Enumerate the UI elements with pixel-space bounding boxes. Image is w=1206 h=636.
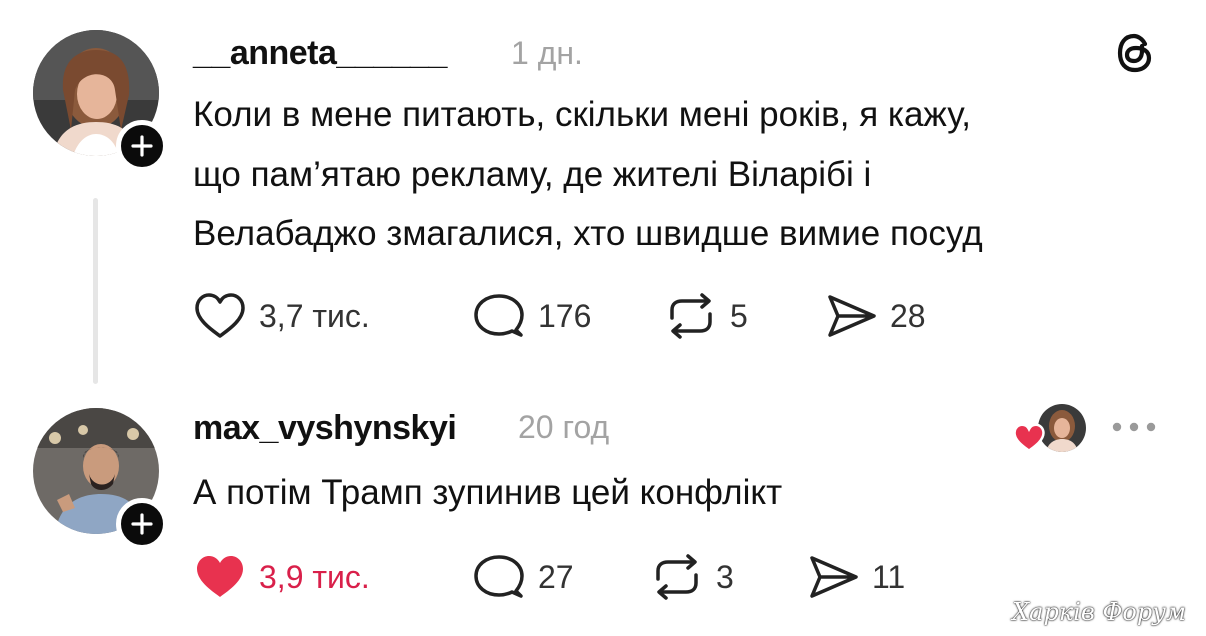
comment-count: 27	[538, 558, 574, 595]
heart-icon	[1013, 423, 1045, 453]
comment-button[interactable]: 27	[472, 553, 574, 601]
liked-by-author-indicator	[1012, 402, 1088, 458]
comment-bubble-icon	[474, 294, 524, 337]
more-options-button[interactable]	[1110, 418, 1158, 436]
like-button[interactable]: 3,9 тис.	[193, 553, 370, 601]
reply-text: А потім Трамп зупинив цей конфлікт	[193, 473, 783, 512]
repost-icon	[670, 293, 712, 339]
post-text-line-1: Коли в мене питають, скільки мені років,…	[193, 95, 971, 134]
like-button[interactable]: 3,7 тис.	[193, 292, 370, 340]
repost-button[interactable]: 5	[664, 292, 748, 340]
post-time: 1 дн.	[511, 35, 583, 71]
repost-count: 3	[716, 558, 734, 595]
follow-button[interactable]	[116, 498, 168, 550]
post-text-line-2: що пам’ятаю рекламу, де жителі Віларібі …	[193, 155, 872, 194]
share-button[interactable]: 11	[806, 553, 905, 601]
like-count: 3,9 тис.	[259, 558, 370, 595]
username[interactable]: __anneta______	[193, 34, 447, 73]
reply-time: 20 год	[518, 409, 610, 445]
comment-bubble-icon	[474, 555, 524, 598]
plus-icon	[131, 135, 153, 157]
share-count: 28	[890, 297, 926, 334]
heart-icon	[197, 556, 243, 597]
username[interactable]: max_vyshynskyi	[193, 409, 457, 448]
more-options-icon	[1112, 422, 1156, 432]
thread-line	[93, 198, 98, 384]
watermark: Харків Форум	[1012, 598, 1186, 626]
plus-icon	[131, 513, 153, 535]
share-button[interactable]: 28	[824, 292, 926, 340]
threads-logo-icon[interactable]	[1112, 30, 1158, 76]
comment-button[interactable]: 176	[472, 292, 591, 340]
send-icon	[828, 295, 876, 337]
post-text-line-3: Велабаджо змагалися, хто швидше вимие по…	[193, 214, 983, 253]
send-icon	[810, 556, 858, 598]
follow-button[interactable]	[116, 120, 168, 172]
heart-icon	[195, 293, 245, 338]
repost-button[interactable]: 3	[650, 553, 734, 601]
comment-count: 176	[538, 297, 592, 334]
share-count: 11	[872, 558, 906, 595]
like-count: 3,7 тис.	[259, 297, 370, 334]
repost-icon	[656, 554, 698, 600]
repost-count: 5	[730, 297, 748, 334]
